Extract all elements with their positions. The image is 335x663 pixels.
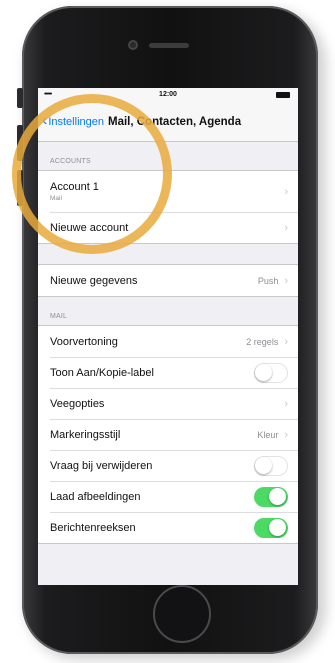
fetch-new-data-row[interactable]: Nieuwe gegevens Push › bbox=[38, 265, 298, 296]
flag-style-label: Markeringsstijl bbox=[50, 428, 121, 441]
toggle-knob bbox=[269, 487, 286, 505]
load-images-toggle[interactable] bbox=[254, 486, 288, 507]
status-bar: ••••• 12:00 bbox=[38, 88, 298, 102]
flag-style-row[interactable]: Markeringsstijl Kleur › bbox=[38, 419, 298, 450]
volume-up-button bbox=[17, 125, 23, 161]
fetch-label: Nieuwe gegevens bbox=[50, 274, 138, 287]
load-images-label: Laad afbeeldingen bbox=[50, 490, 141, 503]
back-button-label: Instellingen bbox=[48, 115, 104, 128]
add-account-row[interactable]: Nieuwe account › bbox=[38, 212, 298, 243]
threading-label: Berichtenreeksen bbox=[50, 521, 136, 534]
toggle-knob bbox=[255, 363, 272, 381]
ask-before-delete-toggle[interactable] bbox=[254, 455, 288, 476]
toggle-knob bbox=[269, 518, 286, 536]
ask-before-delete-row: Vraag bij verwijderen bbox=[38, 450, 298, 481]
show-to-cc-label: Toon Aan/Kopie-label bbox=[50, 366, 154, 379]
chevron-right-icon: › bbox=[284, 274, 288, 287]
home-button[interactable] bbox=[153, 585, 211, 643]
navigation-bar: ‹ Instellingen Mail, Contacten, Agenda bbox=[38, 102, 298, 142]
volume-down-button bbox=[17, 170, 23, 206]
account-row-1[interactable]: Account 1 Mail › bbox=[38, 171, 298, 212]
back-button[interactable]: ‹ Instellingen bbox=[38, 111, 104, 129]
add-account-label: Nieuwe account bbox=[50, 221, 129, 234]
earpiece-speaker bbox=[149, 43, 189, 48]
screen: ••••• 12:00 ‹ Instellingen Mail, Contact… bbox=[38, 88, 298, 585]
accounts-group: Account 1 Mail › Nieuwe account › bbox=[38, 170, 298, 244]
swipe-options-label: Veegopties bbox=[50, 397, 105, 410]
show-to-cc-toggle[interactable] bbox=[254, 362, 288, 383]
flag-style-value: Kleur bbox=[257, 429, 279, 440]
chevron-right-icon: › bbox=[284, 397, 288, 410]
ask-before-delete-label: Vraag bij verwijderen bbox=[50, 459, 153, 472]
toggle-knob bbox=[255, 456, 272, 474]
front-camera bbox=[128, 40, 138, 50]
mute-switch bbox=[17, 88, 23, 108]
preview-value: 2 regels bbox=[246, 336, 279, 347]
chevron-right-icon: › bbox=[284, 221, 288, 234]
threading-toggle[interactable] bbox=[254, 517, 288, 538]
chevron-left-icon: ‹ bbox=[42, 111, 48, 129]
status-time: 12:00 bbox=[159, 91, 177, 98]
swipe-options-row[interactable]: Veegopties › bbox=[38, 388, 298, 419]
section-header-mail: MAIL bbox=[50, 313, 68, 320]
chevron-right-icon: › bbox=[284, 428, 288, 441]
preview-label: Voorvertoning bbox=[50, 335, 118, 348]
show-to-cc-row: Toon Aan/Kopie-label bbox=[38, 357, 298, 388]
load-images-row: Laad afbeeldingen bbox=[38, 481, 298, 512]
fetch-group: Nieuwe gegevens Push › bbox=[38, 264, 298, 297]
mail-group: Voorvertoning 2 regels › Toon Aan/Kopie-… bbox=[38, 325, 298, 544]
account-label: Account 1 bbox=[50, 181, 99, 193]
preview-row[interactable]: Voorvertoning 2 regels › bbox=[38, 326, 298, 357]
fetch-value: Push bbox=[257, 275, 279, 286]
page-title: Mail, Contacten, Agenda bbox=[107, 115, 242, 128]
chevron-right-icon: › bbox=[284, 185, 288, 198]
section-header-accounts: ACCOUNTS bbox=[50, 158, 91, 165]
chevron-right-icon: › bbox=[284, 335, 288, 348]
battery-icon bbox=[276, 92, 290, 98]
account-sublabel: Mail bbox=[50, 195, 62, 202]
threading-row: Berichtenreeksen bbox=[38, 512, 298, 543]
